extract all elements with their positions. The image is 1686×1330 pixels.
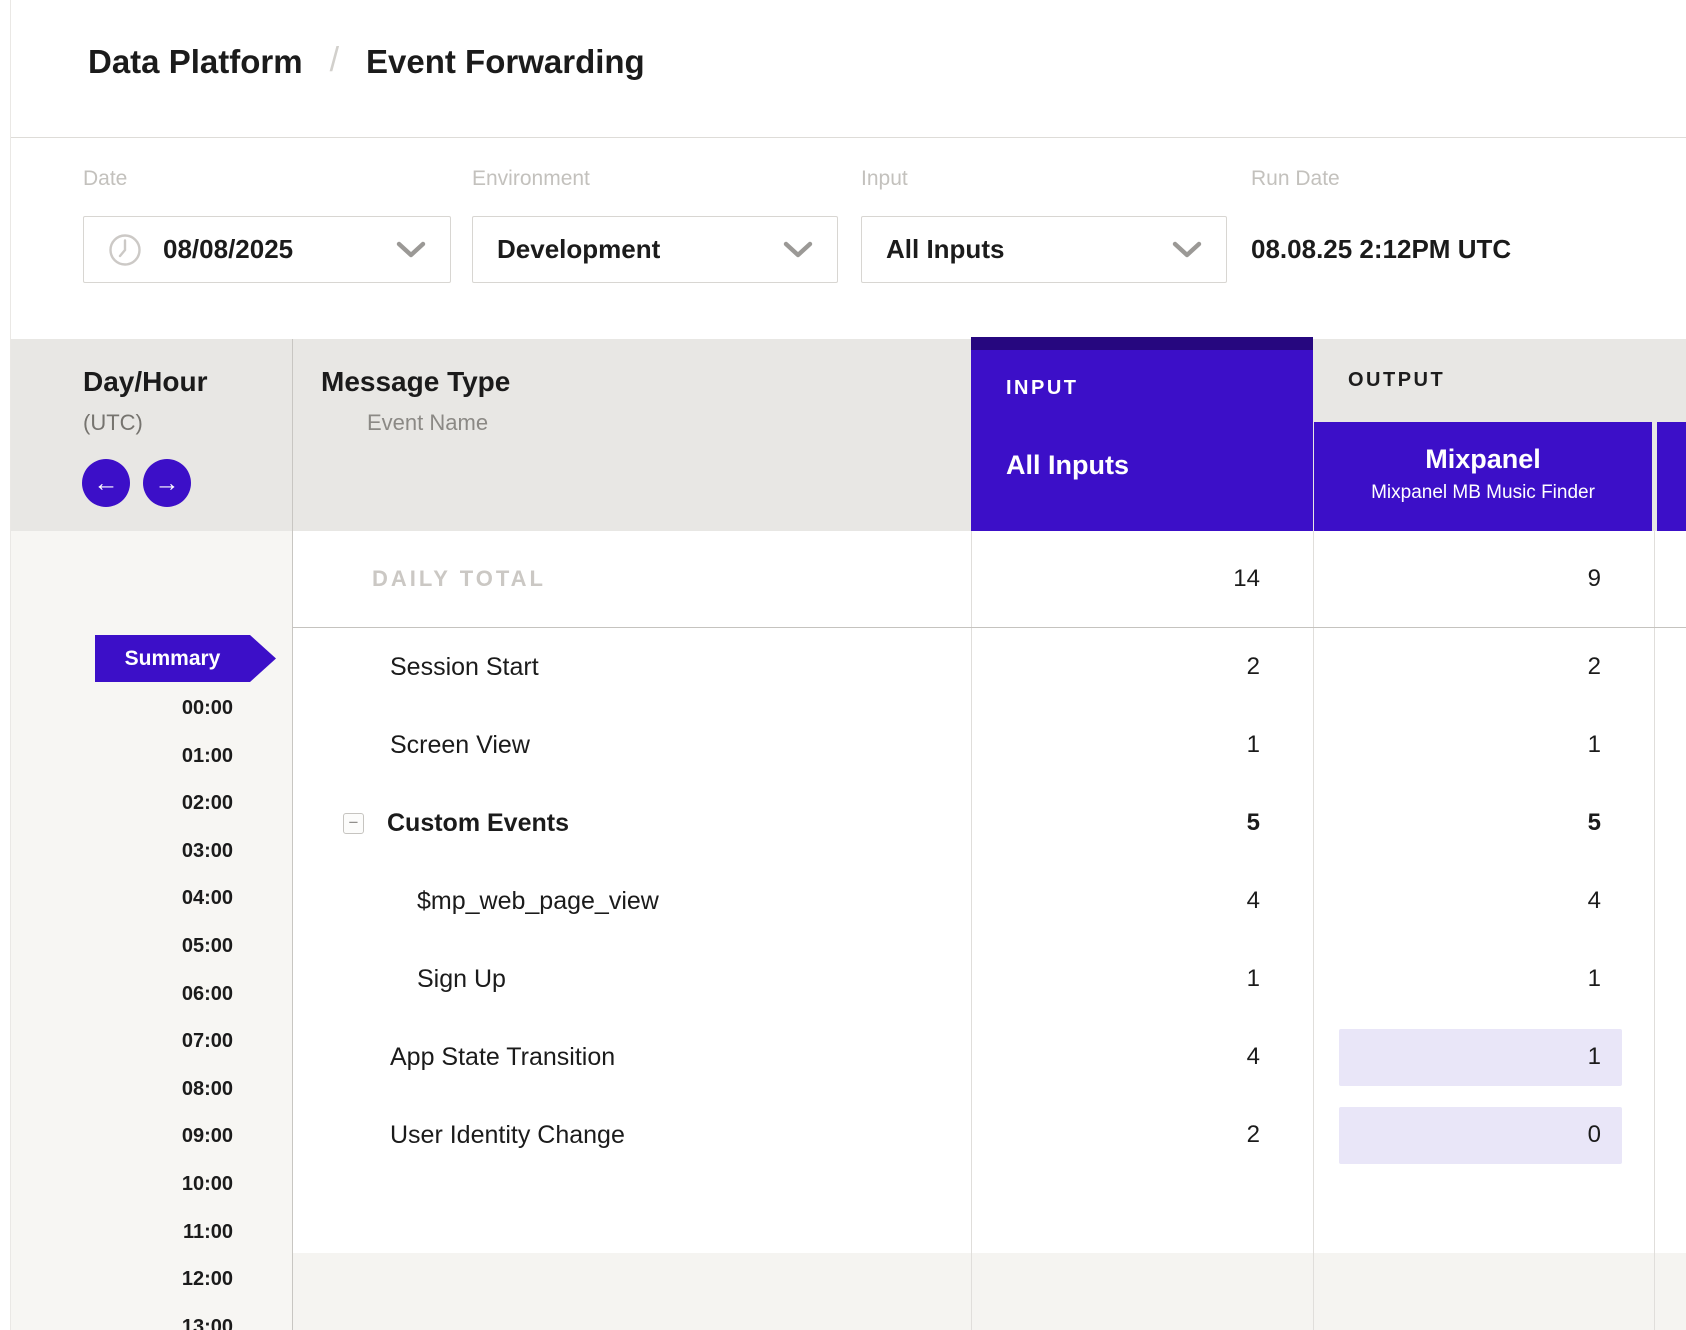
- hour-row-12[interactable]: 12:00: [11, 1256, 233, 1304]
- row-label: − Custom Events: [292, 784, 971, 862]
- output-count-cell: 1: [1313, 940, 1652, 1018]
- breadcrumb: Data Platform / Event Forwarding: [88, 0, 645, 124]
- output-count-cell: 4: [1313, 862, 1652, 940]
- run-date-label: Run Date: [1251, 167, 1340, 191]
- event-forwarding-page: Data Platform / Event Forwarding Date En…: [0, 0, 1686, 1330]
- hour-row-00[interactable]: 00:00: [11, 685, 233, 733]
- table-row-session-start: Session Start 2 2: [292, 628, 1686, 706]
- hour-row-10[interactable]: 10:00: [11, 1161, 233, 1209]
- hour-row-13[interactable]: 13:00: [11, 1304, 233, 1330]
- clock-icon: [108, 233, 142, 267]
- row-label: $mp_web_page_view: [292, 862, 971, 940]
- input-count-cell: 2: [971, 628, 1313, 706]
- daily-total-row: DAILY TOTAL 14 9: [292, 531, 1686, 627]
- hour-row-05[interactable]: 05:00: [11, 923, 233, 971]
- table-row-custom-events: − Custom Events 5 5: [292, 784, 1686, 862]
- output-column-partial: [1657, 422, 1686, 531]
- hour-row-08[interactable]: 08:00: [11, 1066, 233, 1114]
- breadcrumb-separator: /: [330, 41, 339, 80]
- input-count-cell: 1: [971, 940, 1313, 1018]
- row-label-text: Custom Events: [387, 809, 569, 838]
- output-column-header[interactable]: Mixpanel Mixpanel MB Music Finder: [1314, 422, 1652, 531]
- hour-list: 00:00 01:00 02:00 03:00 04:00 05:00 06:0…: [11, 685, 233, 1330]
- grid-footer: [292, 1253, 1686, 1330]
- input-count-cell: 1: [971, 706, 1313, 784]
- hour-row-11[interactable]: 11:00: [11, 1209, 233, 1257]
- output-count-cell: 1: [1313, 706, 1652, 784]
- environment-filter-label: Environment: [472, 167, 590, 191]
- daily-total-input-cell: 14: [971, 531, 1313, 627]
- input-count-cell: 2: [971, 1096, 1313, 1174]
- output-connection-name: Mixpanel: [1314, 444, 1652, 474]
- date-select[interactable]: 08/08/2025: [83, 216, 451, 283]
- highlighted-count: 1: [1339, 1029, 1622, 1086]
- environment-select[interactable]: Development: [472, 216, 838, 283]
- header-divider: [11, 137, 1686, 138]
- output-section-label: OUTPUT: [1348, 369, 1445, 392]
- previous-day-button[interactable]: ←: [82, 459, 130, 507]
- input-count-cell: 4: [971, 1018, 1313, 1096]
- hour-row-02[interactable]: 02:00: [11, 780, 233, 828]
- daily-total-output-cell: 9: [1313, 531, 1652, 627]
- message-type-rows: Session Start 2 2 Screen View 1 1 − Cust…: [292, 628, 1686, 1174]
- input-select[interactable]: All Inputs: [861, 216, 1227, 283]
- input-filter-label: Input: [861, 167, 908, 191]
- input-section-label: INPUT: [1006, 377, 1079, 400]
- hour-row-06[interactable]: 06:00: [11, 971, 233, 1019]
- row-label: Session Start: [292, 628, 971, 706]
- summary-label: Summary: [95, 635, 250, 682]
- table-row-screen-view: Screen View 1 1: [292, 706, 1686, 784]
- highlighted-count: 0: [1339, 1107, 1622, 1164]
- input-value: All Inputs: [886, 234, 1004, 265]
- run-date-value: 08.08.25 2:12PM UTC: [1251, 216, 1511, 283]
- row-label: Screen View: [292, 706, 971, 784]
- breadcrumb-section[interactable]: Data Platform: [88, 43, 303, 81]
- chevron-down-icon: [396, 241, 426, 258]
- table-row-sign-up: Sign Up 1 1: [292, 940, 1686, 1018]
- chevron-down-icon: [1172, 241, 1202, 258]
- output-count-cell: 2: [1313, 628, 1652, 706]
- event-name-subheading: Event Name: [367, 410, 488, 436]
- day-hour-heading: Day/Hour: [83, 366, 207, 398]
- table-row-mp-web-page-view: $mp_web_page_view 4 4: [292, 862, 1686, 940]
- input-column-header: INPUT All Inputs: [971, 337, 1313, 531]
- next-day-button[interactable]: →: [143, 459, 191, 507]
- arrow-right-icon: →: [155, 469, 180, 498]
- daily-total-label: DAILY TOTAL: [292, 531, 971, 627]
- input-column-title: All Inputs: [1006, 450, 1129, 481]
- hour-row-01[interactable]: 01:00: [11, 733, 233, 781]
- arrow-left-icon: ←: [94, 469, 119, 498]
- hour-row-07[interactable]: 07:00: [11, 1018, 233, 1066]
- output-count-cell: 5: [1313, 784, 1652, 862]
- table-row-user-identity-change: User Identity Change 2 0: [292, 1096, 1686, 1174]
- date-value: 08/08/2025: [163, 234, 293, 265]
- page-title: Event Forwarding: [366, 43, 645, 81]
- row-label: User Identity Change: [292, 1096, 971, 1174]
- timezone-label: (UTC): [83, 410, 143, 436]
- collapse-toggle-icon[interactable]: −: [343, 813, 364, 834]
- row-label: Sign Up: [292, 940, 971, 1018]
- chevron-down-icon: [783, 241, 813, 258]
- output-count-cell-highlighted[interactable]: 1: [1313, 1018, 1652, 1096]
- input-count-cell: 4: [971, 862, 1313, 940]
- hour-row-04[interactable]: 04:00: [11, 875, 233, 923]
- day-nav: ← →: [82, 459, 191, 507]
- input-count-cell: 5: [971, 784, 1313, 862]
- hour-row-09[interactable]: 09:00: [11, 1113, 233, 1161]
- output-count-cell-highlighted[interactable]: 0: [1313, 1096, 1652, 1174]
- summary-row-badge[interactable]: Summary: [95, 635, 276, 682]
- table-row-app-state-transition: App State Transition 4 1: [292, 1018, 1686, 1096]
- message-type-heading: Message Type: [321, 366, 510, 398]
- output-connection-subtitle: Mixpanel MB Music Finder: [1314, 482, 1652, 504]
- environment-value: Development: [497, 234, 660, 265]
- date-filter-label: Date: [83, 167, 127, 191]
- row-label: App State Transition: [292, 1018, 971, 1096]
- hour-row-03[interactable]: 03:00: [11, 828, 233, 876]
